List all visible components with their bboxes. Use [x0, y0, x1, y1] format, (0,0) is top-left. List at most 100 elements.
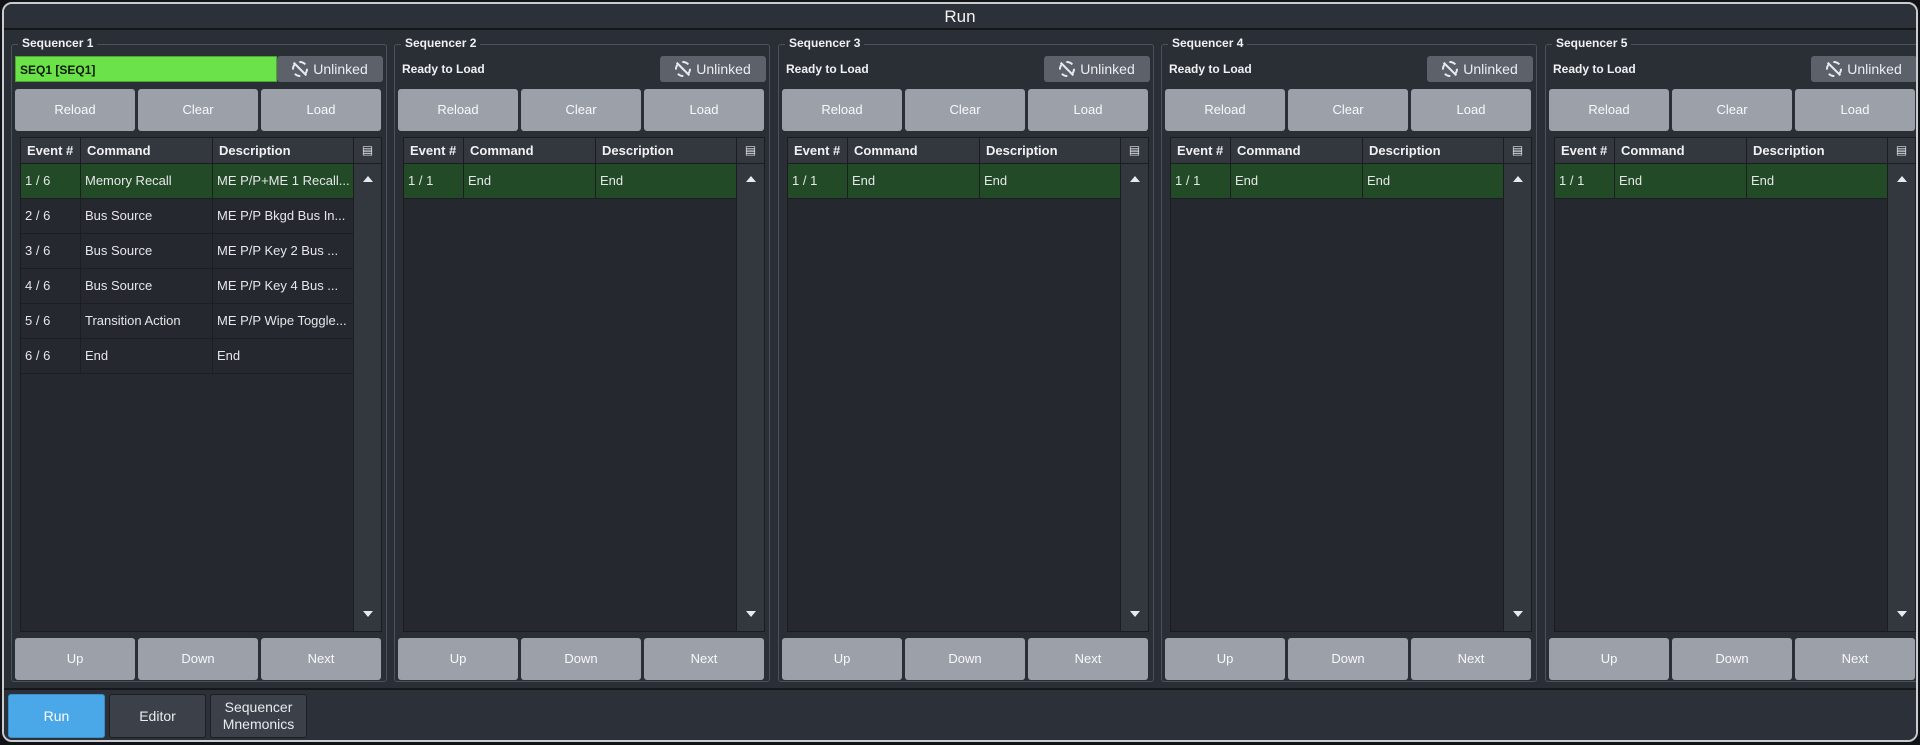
reload-button[interactable]: Reload	[15, 89, 135, 131]
table-row[interactable]: 5 / 6 Transition Action ME P/P Wipe Togg…	[21, 304, 355, 339]
column-header-event[interactable]: Event #	[404, 138, 464, 164]
up-button[interactable]: Up	[398, 638, 518, 680]
sequencer-panel: Sequencer 1 SEQ1 [SEQ1] Unlinked Reload …	[11, 36, 387, 682]
top-button-row: Reload Clear Load	[15, 89, 383, 131]
table-scrollbar[interactable]: ▤	[1887, 138, 1915, 631]
next-button[interactable]: Next	[1411, 638, 1531, 680]
down-button[interactable]: Down	[521, 638, 641, 680]
column-header-command[interactable]: Command	[1231, 138, 1363, 164]
unlinked-button[interactable]: Unlinked	[1044, 56, 1150, 82]
description-cell: End	[596, 164, 738, 199]
up-button[interactable]: Up	[15, 638, 135, 680]
sequencer-title: Sequencer 1	[18, 36, 98, 50]
scroll-down-icon[interactable]	[1897, 611, 1907, 617]
up-button[interactable]: Up	[1549, 638, 1669, 680]
column-header-command[interactable]: Command	[1615, 138, 1747, 164]
description-cell: ME P/P Bkgd Bus In...	[213, 199, 355, 234]
table-scrollbar[interactable]: ▤	[1503, 138, 1531, 631]
command-cell: End	[1615, 164, 1747, 199]
unlinked-button[interactable]: Unlinked	[660, 56, 766, 82]
down-button[interactable]: Down	[138, 638, 258, 680]
unlinked-label: Unlinked	[1847, 61, 1902, 77]
table-row[interactable]: 1 / 1 End End	[404, 164, 738, 199]
next-button[interactable]: Next	[261, 638, 381, 680]
table-row[interactable]: 1 / 1 End End	[1171, 164, 1505, 199]
scroll-up-icon[interactable]	[363, 176, 373, 182]
table-scrollbar[interactable]: ▤	[353, 138, 381, 631]
table-row[interactable]: 1 / 1 End End	[788, 164, 1122, 199]
column-header-description[interactable]: Description	[980, 138, 1122, 164]
table-settings-icon[interactable]: ▤	[1504, 138, 1531, 164]
scroll-down-icon[interactable]	[363, 611, 373, 617]
reload-button[interactable]: Reload	[782, 89, 902, 131]
next-button[interactable]: Next	[1795, 638, 1915, 680]
clear-button[interactable]: Clear	[138, 89, 258, 131]
reload-button[interactable]: Reload	[1165, 89, 1285, 131]
load-button[interactable]: Load	[261, 89, 381, 131]
top-button-row: Reload Clear Load	[1165, 89, 1533, 131]
load-button[interactable]: Load	[1028, 89, 1148, 131]
table-settings-icon[interactable]: ▤	[737, 138, 764, 164]
table-scrollbar[interactable]: ▤	[736, 138, 764, 631]
tab-run[interactable]: Run	[8, 694, 105, 738]
column-header-event[interactable]: Event #	[1171, 138, 1231, 164]
column-header-description[interactable]: Description	[1363, 138, 1505, 164]
command-cell: End	[848, 164, 980, 199]
scroll-up-icon[interactable]	[746, 176, 756, 182]
load-button[interactable]: Load	[1411, 89, 1531, 131]
up-button[interactable]: Up	[782, 638, 902, 680]
table-scrollbar[interactable]: ▤	[1120, 138, 1148, 631]
clear-button[interactable]: Clear	[1672, 89, 1792, 131]
column-header-command[interactable]: Command	[81, 138, 213, 164]
tab-sequencer-mnemonics[interactable]: Sequencer Mnemonics	[210, 694, 307, 738]
table-settings-icon[interactable]: ▤	[1121, 138, 1148, 164]
down-button[interactable]: Down	[1672, 638, 1792, 680]
column-header-event[interactable]: Event #	[1555, 138, 1615, 164]
table-settings-icon[interactable]: ▤	[354, 138, 381, 164]
unlinked-button[interactable]: Unlinked	[1811, 56, 1916, 82]
table-row[interactable]: 1 / 1 End End	[1555, 164, 1889, 199]
table-row[interactable]: 6 / 6 End End	[21, 339, 355, 374]
description-cell: ME P/P Key 2 Bus ...	[213, 234, 355, 269]
scroll-up-icon[interactable]	[1513, 176, 1523, 182]
clear-button[interactable]: Clear	[905, 89, 1025, 131]
table-row[interactable]: 3 / 6 Bus Source ME P/P Key 2 Bus ...	[21, 234, 355, 269]
event-number-cell: 4 / 6	[21, 269, 81, 304]
tab-editor[interactable]: Editor	[109, 694, 206, 738]
unlink-icon	[675, 61, 692, 77]
scroll-down-icon[interactable]	[1130, 611, 1140, 617]
status-row: Ready to Load Unlinked	[782, 56, 1150, 82]
unlinked-button[interactable]: Unlinked	[1427, 56, 1533, 82]
column-header-command[interactable]: Command	[848, 138, 980, 164]
column-header-description[interactable]: Description	[1747, 138, 1889, 164]
unlinked-button[interactable]: Unlinked	[277, 56, 383, 82]
tab-label: Editor	[139, 707, 176, 724]
command-cell: Bus Source	[81, 199, 213, 234]
reload-button[interactable]: Reload	[1549, 89, 1669, 131]
next-button[interactable]: Next	[1028, 638, 1148, 680]
clear-button[interactable]: Clear	[1288, 89, 1408, 131]
table-row[interactable]: 2 / 6 Bus Source ME P/P Bkgd Bus In...	[21, 199, 355, 234]
column-header-event[interactable]: Event #	[21, 138, 81, 164]
table-row[interactable]: 4 / 6 Bus Source ME P/P Key 4 Bus ...	[21, 269, 355, 304]
column-header-command[interactable]: Command	[464, 138, 596, 164]
up-button[interactable]: Up	[1165, 638, 1285, 680]
down-button[interactable]: Down	[1288, 638, 1408, 680]
next-button[interactable]: Next	[644, 638, 764, 680]
column-header-description[interactable]: Description	[596, 138, 738, 164]
event-number-cell: 1 / 1	[1171, 164, 1231, 199]
column-header-description[interactable]: Description	[213, 138, 355, 164]
load-button[interactable]: Load	[644, 89, 764, 131]
down-button[interactable]: Down	[905, 638, 1025, 680]
reload-button[interactable]: Reload	[398, 89, 518, 131]
column-header-event[interactable]: Event #	[788, 138, 848, 164]
scroll-down-icon[interactable]	[746, 611, 756, 617]
scroll-up-icon[interactable]	[1130, 176, 1140, 182]
scroll-down-icon[interactable]	[1513, 611, 1523, 617]
load-button[interactable]: Load	[1795, 89, 1915, 131]
table-row[interactable]: 1 / 6 Memory Recall ME P/P+ME 1 Recall..…	[21, 164, 355, 199]
table-settings-icon[interactable]: ▤	[1888, 138, 1915, 164]
clear-button[interactable]: Clear	[521, 89, 641, 131]
event-number-cell: 1 / 1	[1555, 164, 1615, 199]
scroll-up-icon[interactable]	[1897, 176, 1907, 182]
